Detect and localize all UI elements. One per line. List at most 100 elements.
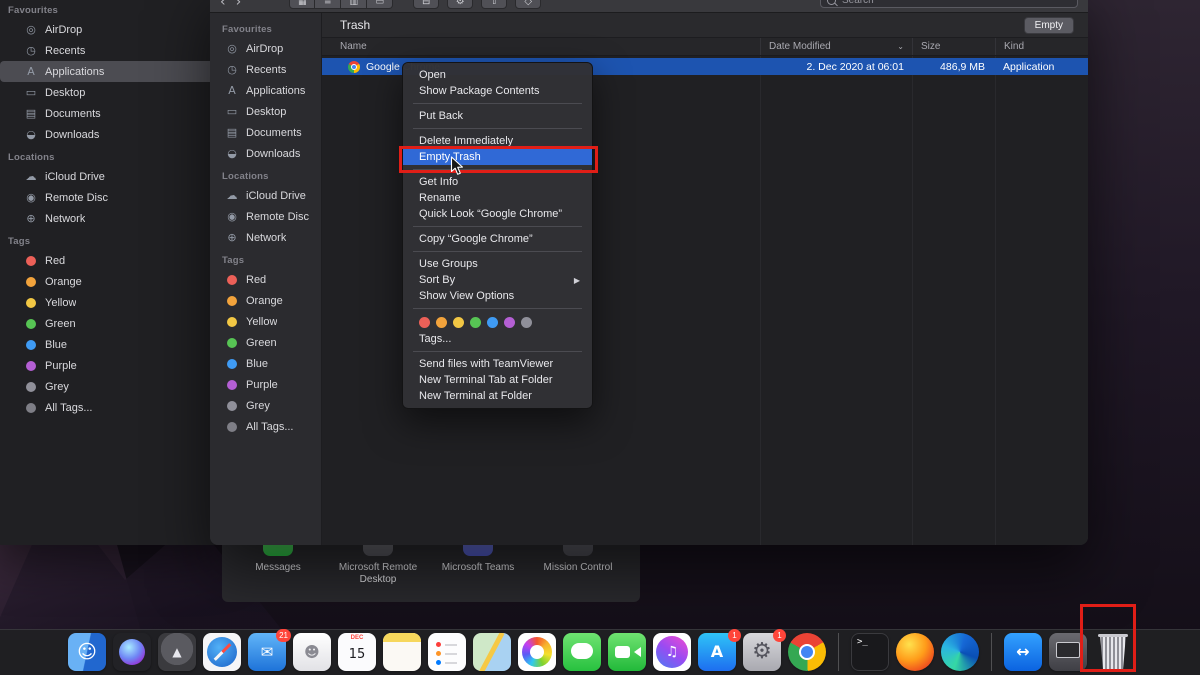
dock-messages[interactable]: [563, 633, 601, 671]
action-menu-button[interactable]: ⚙: [447, 0, 473, 9]
dock-edge[interactable]: [941, 633, 979, 671]
menu-item-send-files-with-teamviewer[interactable]: Send files with TeamViewer: [403, 356, 592, 372]
menu-item-label: Copy “Google Chrome”: [419, 233, 533, 245]
menu-item-tags[interactable]: Tags...: [403, 331, 592, 347]
gallery-view-button[interactable]: ▭: [367, 0, 393, 9]
dock-firefox[interactable]: [896, 633, 934, 671]
sidebar-item-applications[interactable]: AApplications: [215, 80, 316, 101]
column-view-button[interactable]: ▥: [341, 0, 367, 9]
column-header-kind[interactable]: Kind: [995, 38, 1088, 55]
sidebar-item-icloud-drive[interactable]: ☁iCloud Drive: [0, 166, 217, 187]
sidebar-item-tag-yellow[interactable]: Yellow: [215, 311, 316, 332]
column-header-date-modified[interactable]: Date Modified ⌄: [760, 38, 912, 55]
background-finder-window[interactable]: Favourites◎AirDrop◷RecentsAApplications▭…: [0, 0, 223, 545]
dock-music[interactable]: ♫: [653, 633, 691, 671]
menu-item-get-info[interactable]: Get Info: [403, 174, 592, 190]
dock-chrome[interactable]: [788, 633, 826, 671]
sidebar-item-tag-grey[interactable]: Grey: [0, 376, 217, 397]
tag-dot-orange[interactable]: [436, 317, 447, 328]
sidebar-item-tag-orange[interactable]: Orange: [0, 271, 217, 292]
empty-trash-button[interactable]: Empty: [1024, 17, 1074, 34]
tags-button[interactable]: ◇: [515, 0, 541, 9]
sidebar-item-desktop[interactable]: ▭Desktop: [215, 101, 316, 122]
sidebar-item-remote-disc[interactable]: ◉Remote Disc: [0, 187, 217, 208]
menu-item-sort-by[interactable]: Sort By▶: [403, 272, 592, 288]
menu-item-quick-look-google-chrome[interactable]: Quick Look “Google Chrome”: [403, 206, 592, 222]
tag-dot-blue[interactable]: [487, 317, 498, 328]
sidebar-item-tag-red[interactable]: Red: [0, 250, 217, 271]
tag-dot-yellow[interactable]: [453, 317, 464, 328]
sidebar-item-tag-purple[interactable]: Purple: [215, 374, 316, 395]
dock-terminal[interactable]: >_: [851, 633, 889, 671]
share-button[interactable]: ⇧: [481, 0, 507, 9]
menu-item-copy-google-chrome[interactable]: Copy “Google Chrome”: [403, 231, 592, 247]
dock-teamviewer[interactable]: ↔: [1004, 633, 1042, 671]
sidebar-item-label: Green: [246, 337, 277, 349]
dock-photos[interactable]: [518, 633, 556, 671]
menu-item-put-back[interactable]: Put Back: [403, 108, 592, 124]
dock-facetime[interactable]: [608, 633, 646, 671]
menu-item-new-terminal-tab-at-folder[interactable]: New Terminal Tab at Folder: [403, 372, 592, 388]
sidebar-item-all-tags[interactable]: All Tags...: [215, 416, 316, 437]
menu-item-open[interactable]: Open: [403, 67, 592, 83]
column-header-name[interactable]: Name: [322, 38, 760, 55]
sidebar-item-documents[interactable]: ▤Documents: [0, 103, 217, 124]
sidebar-item-applications[interactable]: AApplications: [0, 61, 217, 82]
menu-item-show-package-contents[interactable]: Show Package Contents: [403, 83, 592, 99]
sidebar-item-all-tags[interactable]: All Tags...: [0, 397, 217, 418]
search-field[interactable]: Search: [820, 0, 1078, 8]
dock-maps[interactable]: [473, 633, 511, 671]
sidebar-item-tag-yellow[interactable]: Yellow: [0, 292, 217, 313]
sidebar-item-tag-red[interactable]: Red: [215, 269, 316, 290]
menu-item-use-groups[interactable]: Use Groups: [403, 256, 592, 272]
sidebar-item-icloud-drive[interactable]: ☁iCloud Drive: [215, 185, 316, 206]
icon-glyph: ♫: [666, 645, 679, 659]
sidebar-item-downloads[interactable]: ◒Downloads: [0, 124, 217, 145]
dock-finder[interactable]: ☺: [68, 633, 106, 671]
sidebar-item-label: iCloud Drive: [45, 171, 105, 183]
sidebar-item-remote-disc[interactable]: ◉Remote Disc: [215, 206, 316, 227]
sidebar-item-recents[interactable]: ◷Recents: [0, 40, 217, 61]
menu-item-rename[interactable]: Rename: [403, 190, 592, 206]
dock-mail[interactable]: ✉21: [248, 633, 286, 671]
sidebar-item-tag-green[interactable]: Green: [215, 332, 316, 353]
tag-dot-grey[interactable]: [521, 317, 532, 328]
group-button[interactable]: ⊟: [413, 0, 439, 9]
forward-button[interactable]: ›: [236, 0, 242, 9]
dock-app-store[interactable]: A1: [698, 633, 736, 671]
sidebar-item-airdrop[interactable]: ◎AirDrop: [215, 38, 316, 59]
icon-view-button[interactable]: ▦: [289, 0, 315, 9]
sidebar-item-network[interactable]: ⊕Network: [0, 208, 217, 229]
sidebar-item-tag-green[interactable]: Green: [0, 313, 217, 334]
dock-safari[interactable]: [203, 633, 241, 671]
sidebar-item-tag-purple[interactable]: Purple: [0, 355, 217, 376]
dock-notes[interactable]: [383, 633, 421, 671]
sidebar-item-network[interactable]: ⊕Network: [215, 227, 316, 248]
tag-dot-red[interactable]: [419, 317, 430, 328]
tag-dot-green[interactable]: [470, 317, 481, 328]
dock-siri[interactable]: [113, 633, 151, 671]
sidebar-item-recents[interactable]: ◷Recents: [215, 59, 316, 80]
column-header-size[interactable]: Size: [912, 38, 995, 55]
sidebar-item-documents[interactable]: ▤Documents: [215, 122, 316, 143]
dock-calendar[interactable]: DEC15: [338, 633, 376, 671]
menu-item-show-view-options[interactable]: Show View Options: [403, 288, 592, 304]
sidebar-item-downloads[interactable]: ◒Downloads: [215, 143, 316, 164]
sidebar-item-tag-blue[interactable]: Blue: [215, 353, 316, 374]
sidebar-item-desktop[interactable]: ▭Desktop: [0, 82, 217, 103]
sidebar-item-tag-grey[interactable]: Grey: [215, 395, 316, 416]
terminal-icon: >_: [851, 633, 889, 671]
sidebar-item-airdrop[interactable]: ◎AirDrop: [0, 19, 217, 40]
sidebar-item-tag-blue[interactable]: Blue: [0, 334, 217, 355]
sidebar-item-tag-orange[interactable]: Orange: [215, 290, 316, 311]
dock-launchpad[interactable]: ▲: [158, 633, 196, 671]
back-button[interactable]: ‹: [220, 0, 226, 9]
dock-contacts[interactable]: ☻: [293, 633, 331, 671]
dock-reminders[interactable]: [428, 633, 466, 671]
menu-item-new-terminal-at-folder[interactable]: New Terminal at Folder: [403, 388, 592, 404]
calendar-icon: DEC15: [338, 633, 376, 671]
list-view-button[interactable]: ≡: [315, 0, 341, 9]
icon-glyph: A: [711, 644, 723, 660]
dock-system-preferences[interactable]: ⚙1: [743, 633, 781, 671]
tag-dot-purple[interactable]: [504, 317, 515, 328]
